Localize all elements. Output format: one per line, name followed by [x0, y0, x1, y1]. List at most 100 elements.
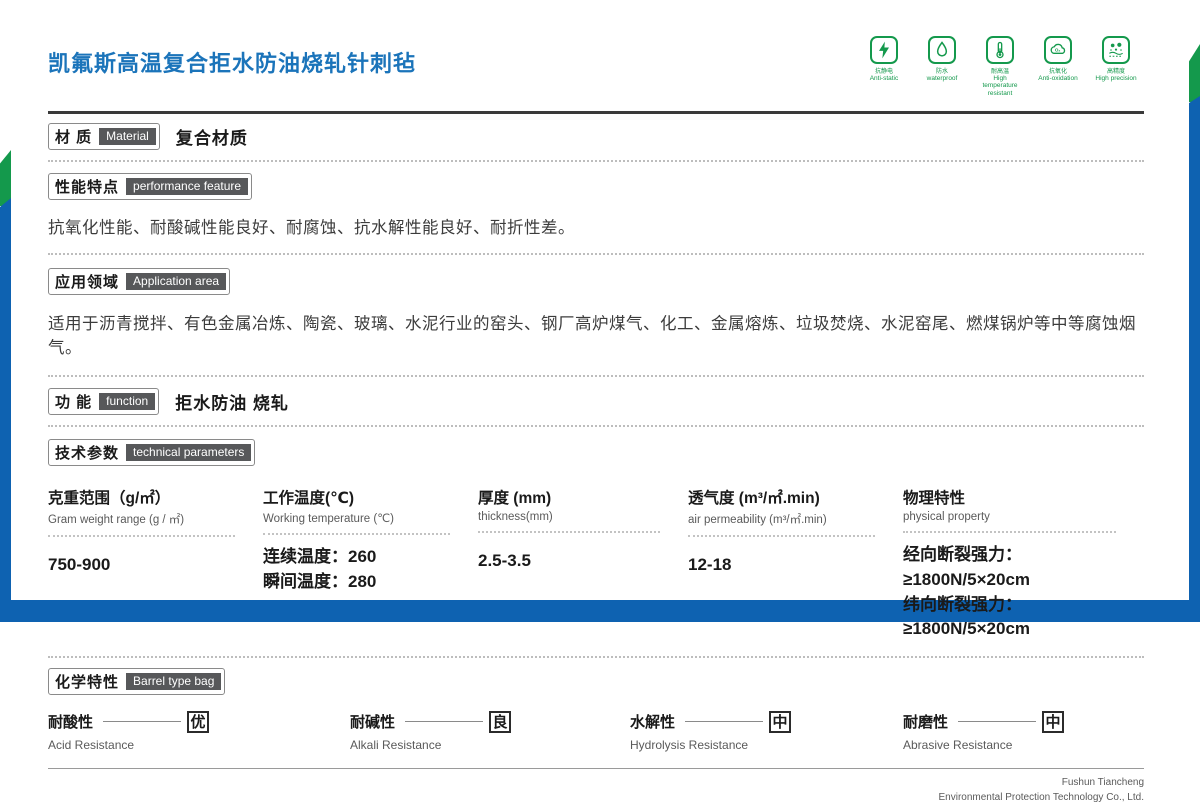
performance-label-cn: 性能特点 [55, 179, 120, 197]
material-label: 材 质 Material [48, 123, 160, 151]
company-name-line1: Fushun Tiancheng [1061, 776, 1144, 788]
icon-label-en: High temperature resistant [982, 75, 1018, 97]
tech-header-cn: 透气度 (m³/㎡.min) [688, 490, 820, 508]
chem-item-acid: 耐酸性 优 Acid Resistance [48, 710, 350, 752]
tech-value: 经向断裂强力：≥1800N/5×20cm [903, 545, 1031, 590]
divider [48, 160, 1144, 163]
chem-connector-line [103, 721, 182, 723]
chemical-label: 化学特性 Barrel type bag [48, 667, 226, 695]
divider [48, 655, 1144, 658]
title-divider [48, 111, 1144, 115]
chem-item-hydrolysis: 水解性 中 Hydrolysis Resistance [630, 710, 903, 752]
right-blue-strip [1189, 96, 1200, 600]
divider [478, 531, 660, 534]
icon-label-cn: 防水 [935, 69, 948, 75]
feature-high-precision: 高精度 High precision [1092, 36, 1140, 97]
chemical-label-cn: 化学特性 [55, 673, 120, 691]
feature-icon-strip: 抗静电 Anti-static 防水 waterproof 耐高温 High t… [860, 36, 1140, 97]
right-edge-decoration [1189, 44, 1200, 600]
icon-label-cn: 抗静电 [874, 69, 893, 75]
chemical-label-en: Barrel type bag [126, 672, 222, 690]
feature-anti-static: 抗静电 Anti-static [860, 36, 908, 97]
tech-value: 750-900 [48, 555, 111, 575]
tech-header-en: Working temperature (℃) [263, 513, 394, 526]
right-green-wedge [1189, 44, 1200, 102]
feature-anti-oxidation: O₂ 抗氧化 Anti-oxidation [1034, 36, 1082, 97]
tech-value-2: 纬向断裂强力：≥1800N/5×20cm [903, 594, 1031, 639]
tech-col-gram-weight: 克重范围（g/㎡） Gram weight range (g / ㎡) 750-… [48, 486, 263, 642]
lightning-icon [870, 36, 898, 64]
chem-item-abrasive: 耐磨性 中 Abrasive Resistance [903, 710, 1144, 752]
thermometer-icon [986, 36, 1014, 64]
performance-text: 抗氧化性能、耐酸碱性能良好、耐腐蚀、抗水解性能良好、耐折性差。 [48, 219, 575, 238]
chem-label-en: Hydrolysis Resistance [630, 737, 749, 752]
tech-value: 连续温度：260 [263, 547, 377, 567]
tech-header-en: air permeability (m³/㎡.min) [688, 514, 827, 527]
water-drop-icon [928, 36, 956, 64]
chem-label-en: Alkali Resistance [350, 737, 442, 752]
technical-label: 技术参数 technical parameters [48, 439, 256, 467]
chem-item-alkali: 耐碱性 良 Alkali Resistance [350, 710, 630, 752]
divider [48, 425, 1144, 428]
chem-label-cn: 耐酸性 [48, 714, 94, 732]
company-name: Fushun Tiancheng Environmental Protectio… [48, 775, 1145, 805]
tech-header-cn: 工作温度(℃) [263, 490, 355, 508]
feature-high-temperature: 耐高温 High temperature resistant [976, 36, 1024, 97]
section-technical: 技术参数 technical parameters 克重范围（g/㎡） Gram… [48, 439, 1144, 642]
chem-label-en: Acid Resistance [48, 737, 135, 752]
material-label-cn: 材 质 [55, 129, 93, 147]
divider [688, 535, 875, 538]
tech-value: 2.5-3.5 [478, 551, 531, 571]
technical-table: 克重范围（g/㎡） Gram weight range (g / ㎡) 750-… [48, 486, 1144, 642]
chem-grade: 中 [769, 710, 792, 733]
company-name-line2: Environmental Protection Technology Co.,… [938, 791, 1145, 803]
chemical-table: 耐酸性 优 Acid Resistance 耐碱性 良 Alkali Resis… [48, 710, 1144, 752]
tech-value-2: 瞬间温度：280 [263, 572, 377, 592]
icon-label-cn: 抗氧化 [1048, 69, 1067, 75]
tech-value: 12-18 [688, 555, 732, 575]
tech-header-en: Gram weight range (g / ㎡) [48, 514, 185, 527]
left-green-wedge [0, 150, 11, 206]
material-value: 复合材质 [175, 129, 248, 149]
spec-sheet: 凯氟斯高温复合拒水防油烧轧针刺毡 抗静电 Anti-static 防水 wate… [48, 0, 1144, 805]
tech-col-physical-property: 物理特性 physical property 经向断裂强力：≥1800N/5×2… [903, 486, 1144, 642]
chem-grade: 中 [1042, 710, 1065, 733]
left-blue-strip [0, 198, 11, 600]
function-label-cn: 功 能 [55, 394, 93, 412]
icon-label-en: waterproof [926, 75, 958, 82]
cloud-o2-icon: O₂ [1044, 36, 1072, 64]
divider [48, 535, 235, 538]
icon-label-en: Anti-oxidation [1038, 75, 1078, 82]
section-material: 材 质 Material 复合材质 [48, 123, 1144, 151]
icon-label-en: High precision [1095, 75, 1137, 82]
chem-label-cn: 水解性 [630, 714, 676, 732]
tech-header-en: thickness(mm) [478, 511, 553, 524]
material-label-en: Material [99, 128, 156, 146]
performance-label: 性能特点 performance feature [48, 173, 253, 201]
application-label: 应用领域 Application area [48, 268, 231, 296]
divider [48, 253, 1144, 256]
tech-col-air-permeability: 透气度 (m³/㎡.min) air permeability (m³/㎡.mi… [688, 486, 903, 642]
application-text: 适用于沥青搅拌、有色金属冶炼、陶瓷、玻璃、水泥行业的窑头、钢厂高炉煤气、化工、金… [48, 315, 1136, 358]
chem-label-cn: 耐碱性 [350, 714, 396, 732]
chem-connector-line [685, 721, 764, 723]
tech-header-cn: 克重范围（g/㎡） [48, 490, 171, 508]
chem-label-en: Abrasive Resistance [903, 737, 1013, 752]
page-title: 凯氟斯高温复合拒水防油烧轧针刺毡 [48, 51, 417, 76]
chem-connector-line [958, 721, 1037, 723]
section-function: 功 能 function 拒水防油 烧轧 [48, 388, 1144, 416]
function-label-en: function [99, 393, 156, 411]
section-chemical: 化学特性 Barrel type bag 耐酸性 优 Acid Resistan… [48, 667, 1144, 752]
chem-label-cn: 耐磨性 [903, 714, 949, 732]
application-label-cn: 应用领域 [55, 274, 120, 292]
icon-label-cn: 耐高温 [990, 69, 1009, 75]
chem-connector-line [405, 721, 484, 723]
svg-text:O₂: O₂ [1055, 48, 1061, 53]
section-performance: 性能特点 performance feature 抗氧化性能、耐酸碱性能良好、耐… [48, 173, 1144, 238]
precision-dots-icon [1102, 36, 1130, 64]
icon-label-cn: 高精度 [1106, 69, 1125, 75]
tech-header-cn: 物理特性 [903, 490, 966, 508]
technical-label-cn: 技术参数 [55, 445, 120, 463]
chem-grade: 良 [489, 710, 512, 733]
function-label: 功 能 function [48, 388, 160, 416]
